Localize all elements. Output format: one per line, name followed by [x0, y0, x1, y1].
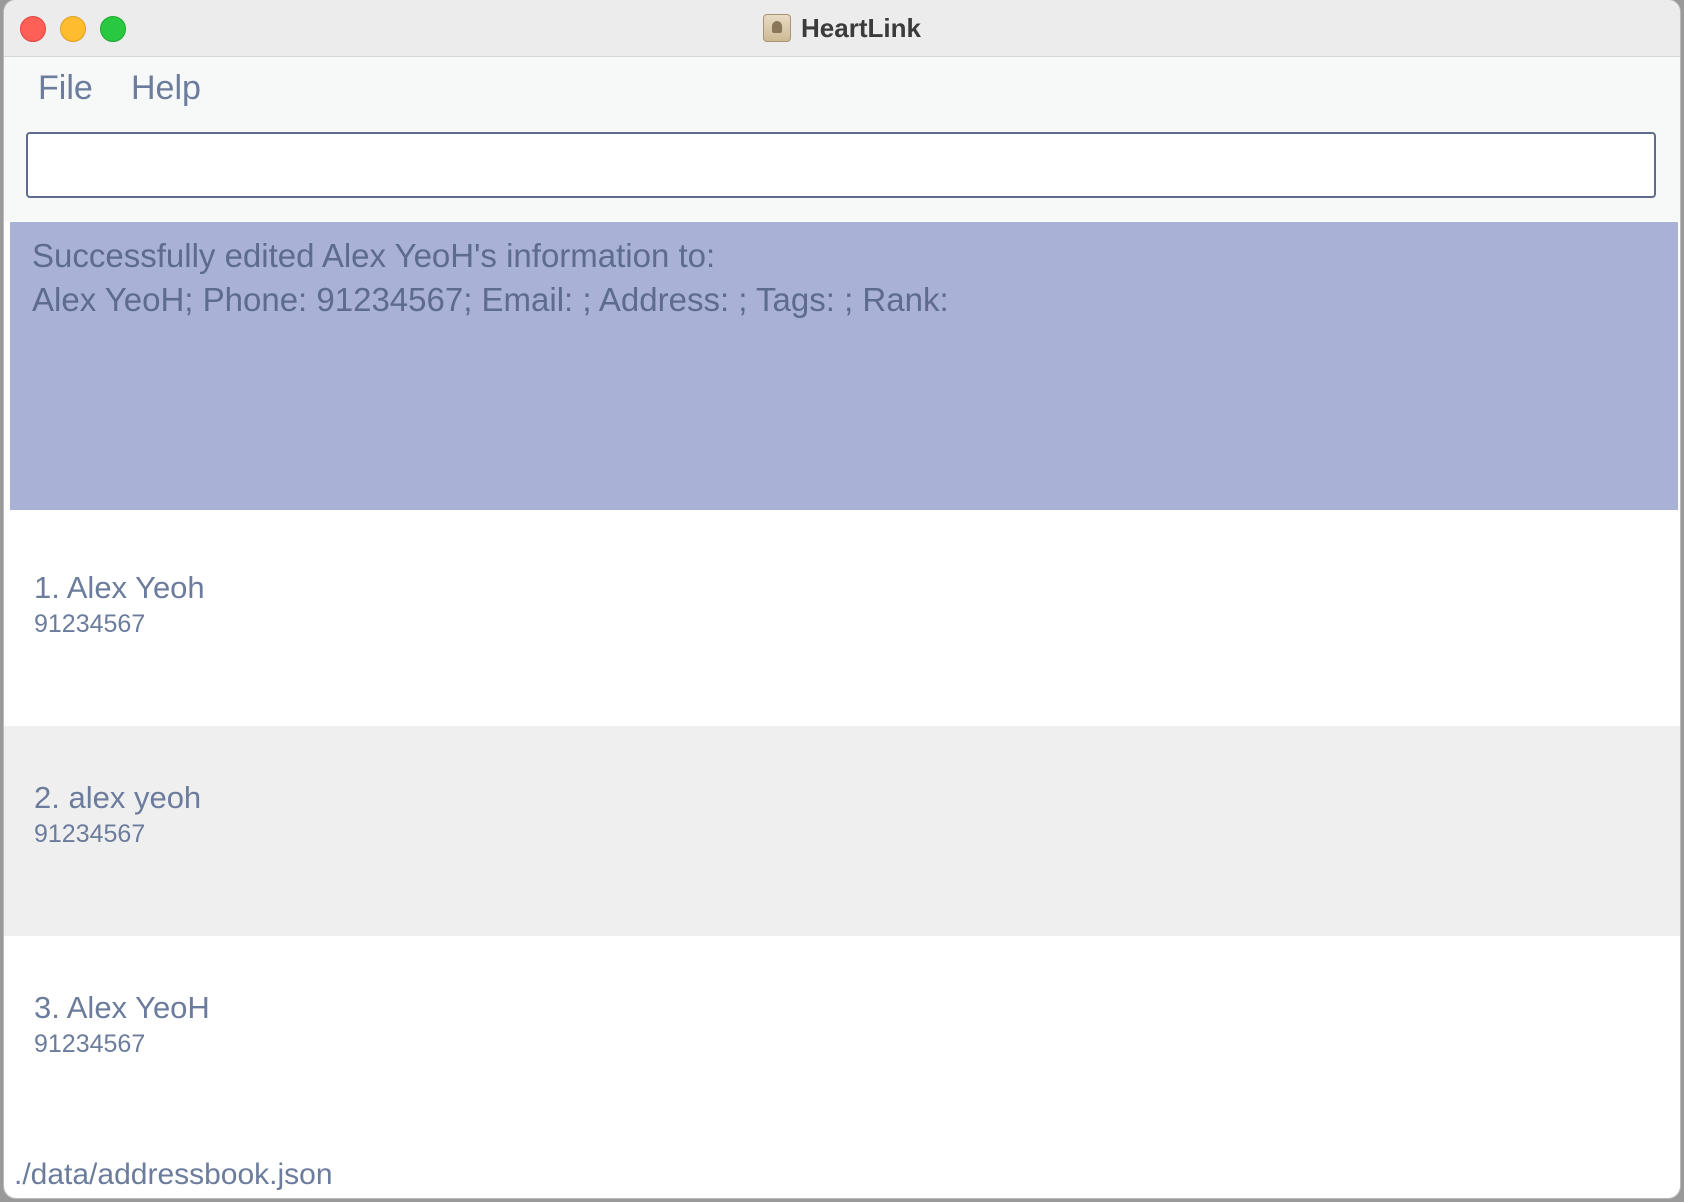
window-title: HeartLink: [801, 12, 921, 43]
app-window: HeartLink File Help Successfully edited …: [4, 0, 1680, 1198]
title-bar: HeartLink: [4, 0, 1680, 57]
person-card[interactable]: 1. Alex Yeoh 91234567: [4, 510, 1680, 720]
person-phone: 91234567: [34, 820, 146, 848]
person-name: 3. Alex YeoH: [34, 990, 210, 1025]
result-display: Successfully edited Alex YeoH's informat…: [10, 222, 1678, 510]
command-input[interactable]: [26, 132, 1656, 198]
person-card[interactable]: 2. alex yeoh 91234567: [4, 726, 1680, 936]
person-list[interactable]: 1. Alex Yeoh 91234567 2. alex yeoh 91234…: [4, 510, 1680, 1146]
menu-bar: File Help: [4, 57, 1680, 121]
result-line: Alex YeoH; Phone: 91234567; Email: ; Add…: [32, 281, 949, 318]
menu-help[interactable]: Help: [131, 69, 201, 108]
status-bar-file-path: ./data/addressbook.json: [14, 1158, 333, 1191]
person-phone: 91234567: [34, 610, 146, 638]
command-area: [4, 121, 1680, 221]
person-phone: 91234567: [34, 1030, 146, 1058]
person-name: 1. Alex Yeoh: [34, 570, 205, 605]
app-contacts-icon: [763, 14, 792, 42]
result-line: Successfully edited Alex YeoH's informat…: [32, 237, 716, 274]
person-card[interactable]: 3. Alex YeoH 91234567: [4, 936, 1680, 1146]
menu-file[interactable]: File: [38, 69, 93, 108]
person-name: 2. alex yeoh: [34, 780, 202, 815]
